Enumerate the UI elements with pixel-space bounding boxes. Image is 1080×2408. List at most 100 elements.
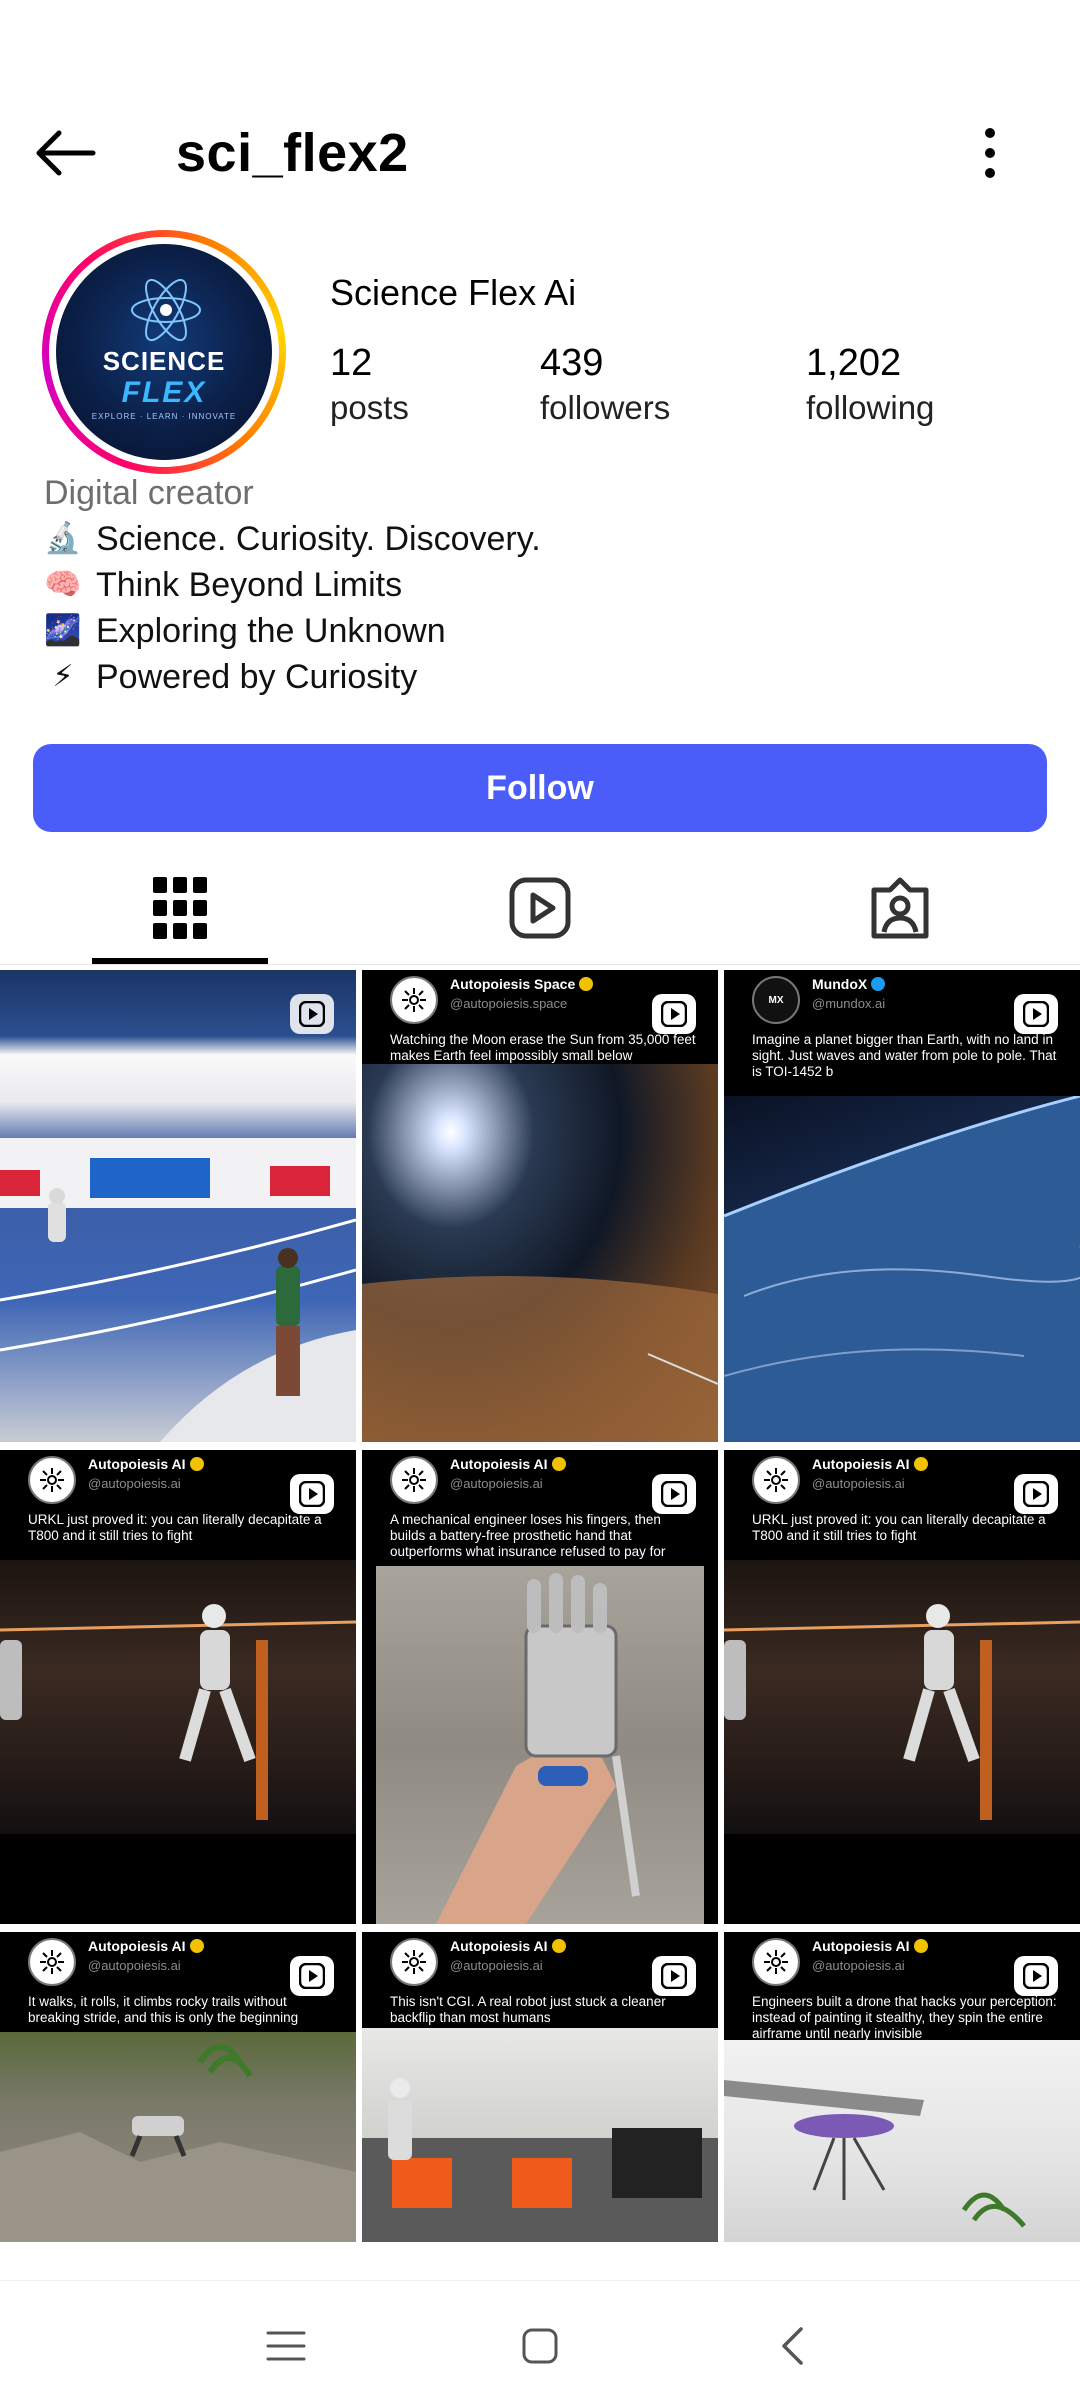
robot-fight-image <box>0 1604 356 1820</box>
verified-badge-icon <box>189 1457 204 1471</box>
post-thumbnail <box>724 2040 1080 2242</box>
verified-badge-icon <box>551 1939 566 1953</box>
post-thumbnail <box>0 1560 356 1834</box>
bio-line: ⚡ Powered by Curiosity <box>44 654 1044 700</box>
recent-apps-button[interactable] <box>246 2311 326 2381</box>
home-button[interactable] <box>500 2311 580 2381</box>
play-icon <box>1023 1963 1049 1989</box>
tab-tagged[interactable] <box>720 850 1080 965</box>
account-handle: @autopoiesis.ai <box>88 1958 181 1973</box>
following-stat[interactable]: 1,202 following <box>806 340 934 430</box>
verified-badge-icon <box>871 977 886 991</box>
display-name: Science Flex Ai <box>330 272 577 313</box>
account-avatar <box>28 1456 76 1504</box>
logo-text-bottom: FLEX <box>121 376 207 409</box>
account-handle: @autopoiesis.ai <box>450 1476 543 1491</box>
post-tile[interactable]: Autopoiesis AI @autopoiesis.ai URKL just… <box>0 1450 356 1924</box>
logo-tagline: EXPLORE · LEARN · INNOVATE <box>91 412 237 421</box>
post-caption: Imagine a planet bigger than Earth, with… <box>752 1032 1057 1079</box>
profile-avatar[interactable]: SCIENCE FLEX EXPLORE · LEARN · INNOVATE <box>42 230 286 474</box>
bio-line: 🔬 Science. Curiosity. Discovery. <box>44 516 1044 562</box>
account-avatar <box>752 1456 800 1504</box>
post-tile[interactable] <box>0 970 356 1442</box>
dot-icon <box>985 148 995 158</box>
bio-text: Science. Curiosity. Discovery. <box>96 520 541 558</box>
posts-stat[interactable]: 12 posts <box>330 340 409 430</box>
robot-backflip-lab-image <box>362 2078 718 2242</box>
autopoiesis-logo-icon <box>40 1950 64 1974</box>
verified-badge-icon <box>913 1939 928 1953</box>
tagged-icon <box>871 877 929 938</box>
robot-dog-trail-image <box>0 2044 356 2242</box>
account-name: Autopoiesis AI <box>450 1938 566 1954</box>
post-thumbnail <box>362 2028 718 2242</box>
more-options-button[interactable] <box>960 120 1020 186</box>
account-handle: @autopoiesis.space <box>450 996 568 1011</box>
eclipse-from-plane-image <box>362 1276 718 1442</box>
reel-badge <box>1014 1956 1058 1996</box>
bio-line: 🧠 Think Beyond Limits <box>44 562 1044 608</box>
status-bar <box>0 0 1080 90</box>
verified-badge-icon <box>551 1457 566 1471</box>
system-navigation-bar <box>0 2280 1080 2408</box>
reel-badge <box>290 994 334 1034</box>
menu-lines-icon <box>266 2331 306 2361</box>
avatar-logo: SCIENCE FLEX EXPLORE · LEARN · INNOVATE <box>56 244 272 460</box>
microscope-atom-logo-icon <box>131 278 201 342</box>
post-tile[interactable]: Autopoiesis AI @autopoiesis.ai Engineers… <box>724 1932 1080 2242</box>
verified-badge-icon <box>913 1457 928 1471</box>
post-thumbnail <box>724 1560 1080 1834</box>
post-caption: It walks, it rolls, it climbs rocky trai… <box>28 1994 299 2025</box>
tab-posts-grid[interactable] <box>0 850 360 965</box>
following-label: following <box>806 389 935 426</box>
system-back-button[interactable] <box>752 2311 832 2381</box>
account-avatar <box>390 976 438 1024</box>
post-thumbnail <box>724 1094 1080 1442</box>
reels-icon <box>509 877 571 938</box>
autopoiesis-logo-icon <box>402 1950 426 1974</box>
account-avatar <box>28 1938 76 1986</box>
galaxy-emoji-icon: 🌌 <box>44 614 82 647</box>
post-tile[interactable]: Autopoiesis Space @autopoiesis.space Wat… <box>362 970 718 1442</box>
followers-count: 439 <box>540 342 604 384</box>
grid-icon <box>153 876 207 939</box>
bio-text: Think Beyond Limits <box>96 566 403 604</box>
following-count: 1,202 <box>806 342 902 384</box>
account-avatar: MX <box>752 976 800 1024</box>
autopoiesis-logo-icon <box>402 1468 426 1492</box>
arrow-left-icon <box>36 130 96 176</box>
active-tab-indicator <box>92 958 268 964</box>
reel-badge <box>1014 994 1058 1034</box>
post-tile[interactable]: Autopoiesis AI @autopoiesis.ai It walks,… <box>0 1932 356 2242</box>
account-name: Autopoiesis Space <box>450 976 594 992</box>
reel-badge <box>652 1956 696 1996</box>
profile-bio: Digital creator 🔬 Science. Curiosity. Di… <box>44 470 1044 700</box>
post-tile[interactable]: Autopoiesis AI @autopoiesis.ai URKL just… <box>724 1450 1080 1924</box>
tab-reels[interactable] <box>360 850 720 965</box>
autopoiesis-logo-icon <box>764 1950 788 1974</box>
account-handle: @autopoiesis.ai <box>88 1476 181 1491</box>
post-thumbnail <box>376 1566 704 1924</box>
posts-count: 12 <box>330 342 373 384</box>
reel-badge <box>290 1956 334 1996</box>
post-tile[interactable]: Autopoiesis AI @autopoiesis.ai This isn'… <box>362 1932 718 2242</box>
post-tile[interactable]: Autopoiesis AI @autopoiesis.ai A mechani… <box>362 1450 718 1924</box>
autopoiesis-logo-icon <box>402 988 426 1012</box>
account-name: Autopoiesis AI <box>88 1938 204 1954</box>
play-icon <box>661 1481 687 1507</box>
post-caption: This isn't CGI. A real robot just stuck … <box>390 1994 666 2025</box>
account-handle: @autopoiesis.ai <box>450 1958 543 1973</box>
back-button[interactable] <box>30 120 100 186</box>
account-name: Autopoiesis AI <box>812 1938 928 1954</box>
play-icon <box>1023 1001 1049 1027</box>
post-tile[interactable]: MX MundoX @mundox.ai Imagine a planet bi… <box>724 970 1080 1442</box>
play-icon <box>299 1963 325 1989</box>
post-caption: URKL just proved it: you can literally d… <box>28 1512 322 1543</box>
follow-button[interactable]: Follow <box>33 744 1047 832</box>
followers-stat[interactable]: 439 followers <box>540 340 670 430</box>
profile-username: sci_flex2 <box>176 123 409 183</box>
category-label: Digital creator <box>44 474 254 512</box>
reel-badge <box>652 1474 696 1514</box>
post-caption: URKL just proved it: you can literally d… <box>752 1512 1046 1543</box>
microscope-emoji-icon: 🔬 <box>44 522 82 555</box>
